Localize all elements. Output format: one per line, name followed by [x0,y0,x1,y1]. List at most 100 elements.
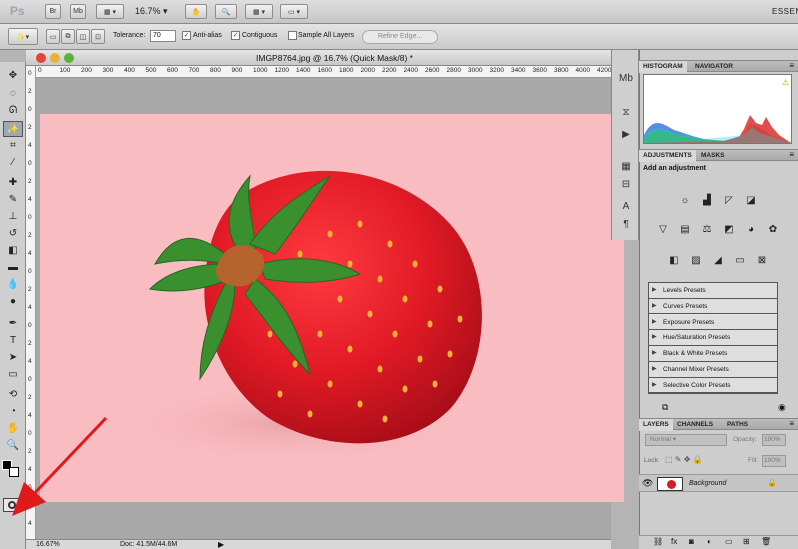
eye-visibility-icon[interactable]: 👁 [642,478,653,489]
screen-mode-button[interactable]: ▭ ▾ [280,4,308,19]
zoom-tool-button[interactable]: 🔍 [215,4,237,19]
curves-icon[interactable]: ◸ [721,194,737,208]
antialias-checkbox[interactable]: ✓ [182,31,191,40]
preset-item[interactable]: Levels Presets [649,283,777,299]
add-mask-icon[interactable]: ◙ [689,537,694,546]
tab-navigator[interactable]: NAVIGATOR [691,61,737,73]
arrange-documents-button[interactable]: ▦ ▾ [245,4,273,19]
layer-name[interactable]: Background [689,480,726,487]
layers-menu-icon[interactable]: ≡ [789,419,794,428]
brightness-contrast-icon[interactable]: ☼ [677,194,693,208]
move-tool-icon[interactable]: ✥ [3,68,23,84]
adjustment-options-icon[interactable]: ◉ [778,402,786,413]
styles-icon[interactable]: ⊟ [619,178,633,192]
type-tool-icon[interactable]: T [3,333,23,349]
invert-icon[interactable]: ◧ [666,254,682,268]
preset-item[interactable]: Hue/Saturation Presets [649,330,777,346]
marquee-tool-icon[interactable]: ◌ [3,86,23,102]
new-layer-icon[interactable]: ⊞ [743,537,750,546]
pen-tool-icon[interactable]: ✒ [3,316,23,332]
lasso-tool-icon[interactable]: ᘏ [3,103,23,119]
mini-bridge-icon[interactable]: Mb [619,72,633,86]
gradient-map-icon[interactable]: ▭ [732,254,748,268]
close-window-icon[interactable] [36,53,46,63]
layer-row-background[interactable]: 👁 Background 🔒 [639,474,798,492]
new-adjustment-layer-icon[interactable]: ◐ [707,537,712,546]
swatches-icon[interactable]: ▦ [619,160,633,174]
preset-item[interactable]: Curves Presets [649,298,777,315]
history-brush-icon[interactable]: ↺ [3,226,23,242]
bridge-button[interactable]: Br [45,4,61,19]
selective-color-icon[interactable]: ⊠ [754,254,770,268]
actions-icon[interactable]: ▶ [619,128,633,142]
tab-paths[interactable]: PATHS [723,419,752,431]
blur-tool-icon[interactable]: 💧 [3,277,23,293]
horizontal-ruler[interactable]: 0 100 200 300 400 500 600 700 800 900 1000 1200 1400… [36,66,611,78]
eyedropper-tool-icon[interactable]: ⁄ [3,155,23,171]
channel-mixer-icon[interactable]: ✿ [765,223,781,237]
add-selection-icon[interactable]: ⧉ [61,29,75,44]
path-selection-icon[interactable]: ➤ [3,350,23,366]
preset-item[interactable]: Exposure Presets [649,314,777,331]
mini-bridge-button[interactable]: Mb [70,4,86,19]
layer-style-icon[interactable]: fx [671,537,677,546]
link-layers-icon[interactable]: ⛓ [653,537,663,546]
clone-stamp-icon[interactable]: ⊥ [3,209,23,225]
threshold-icon[interactable]: ◢ [710,254,726,268]
preset-item[interactable]: Selective Color Presets [649,377,777,394]
photo-filter-icon[interactable]: ◕ [743,223,759,237]
dodge-tool-icon[interactable]: ● [3,294,23,310]
healing-brush-icon[interactable]: ✚ [3,175,23,191]
preset-item[interactable]: Black & White Presets [649,346,777,362]
3d-rotate-icon[interactable]: ⟲ [3,387,23,403]
color-balance-icon[interactable]: ⚖ [699,223,715,237]
magic-wand-tool-icon[interactable]: ✨ [3,121,23,137]
posterize-icon[interactable]: ▨ [688,254,704,268]
paragraph-icon[interactable]: ¶ [619,218,633,232]
levels-icon[interactable]: ▟ [699,194,715,208]
refine-edge-button[interactable]: Refine Edge... [362,30,438,44]
status-zoom[interactable]: 16.67% [36,541,60,548]
tab-channels[interactable]: CHANNELS [673,419,717,431]
panel-menu-icon[interactable]: ≡ [789,61,794,70]
brush-tool-icon[interactable]: ✎ [3,192,23,208]
hue-saturation-icon[interactable]: ▤ [677,223,693,237]
tab-layers[interactable]: LAYERS [639,419,673,431]
view-extras-button[interactable]: ▦ ▾ [96,4,124,19]
tab-adjustments[interactable]: ADJUSTMENTS [639,150,696,162]
new-group-icon[interactable]: ▭ [725,537,733,546]
zoom-level[interactable]: 16.7% ▾ [135,6,168,17]
vibrance-icon[interactable]: ▽ [655,223,671,237]
exposure-icon[interactable]: ◪ [743,194,759,208]
blend-mode-select[interactable]: Normal ▾ [645,434,727,446]
character-icon[interactable]: A [619,200,633,214]
maximize-window-icon[interactable] [64,53,74,63]
preset-item[interactable]: Channel Mixer Presets [649,362,777,378]
shape-tool-icon[interactable]: ▭ [3,367,23,383]
intersect-selection-icon[interactable]: ⊡ [91,29,105,44]
status-doc-size[interactable]: Doc: 41.5M/44.6M [120,541,177,548]
status-menu-arrow-icon[interactable]: ▶ [218,540,224,549]
crop-tool-icon[interactable]: ⌗ [3,138,23,154]
hand-tool-button[interactable]: ✋ [185,4,207,19]
strawberry-photo[interactable] [40,114,624,502]
new-selection-icon[interactable]: ▭ [46,29,60,44]
eraser-tool-icon[interactable]: ◧ [3,243,23,259]
gradient-tool-icon[interactable]: ▬ [3,260,23,276]
tab-histogram[interactable]: HISTOGRAM [639,61,687,73]
delete-layer-icon[interactable]: 🗑 [761,537,771,546]
black-white-icon[interactable]: ◩ [721,223,737,237]
sample-all-layers-checkbox[interactable] [288,31,297,40]
tool-preset-picker[interactable]: ✨▾ [8,28,38,45]
tolerance-input[interactable]: 70 [150,30,176,42]
tab-masks[interactable]: MASKS [697,150,728,162]
minimize-window-icon[interactable] [50,53,60,63]
history-icon[interactable]: ⧖ [619,106,633,120]
lock-icons[interactable]: ⬚ ✎ ✥ 🔒 [665,455,703,464]
document-tab[interactable]: IMGP8764.jpg @ 16.7% (Quick Mask/8) * [26,50,611,66]
adjustments-menu-icon[interactable]: ≡ [789,150,794,159]
fill-input[interactable]: 100% [762,455,786,467]
workspace-switcher[interactable]: ESSEN [772,7,798,16]
adjustment-bottom-icon[interactable]: ⧉ [662,402,668,413]
subtract-selection-icon[interactable]: ◫ [76,29,90,44]
